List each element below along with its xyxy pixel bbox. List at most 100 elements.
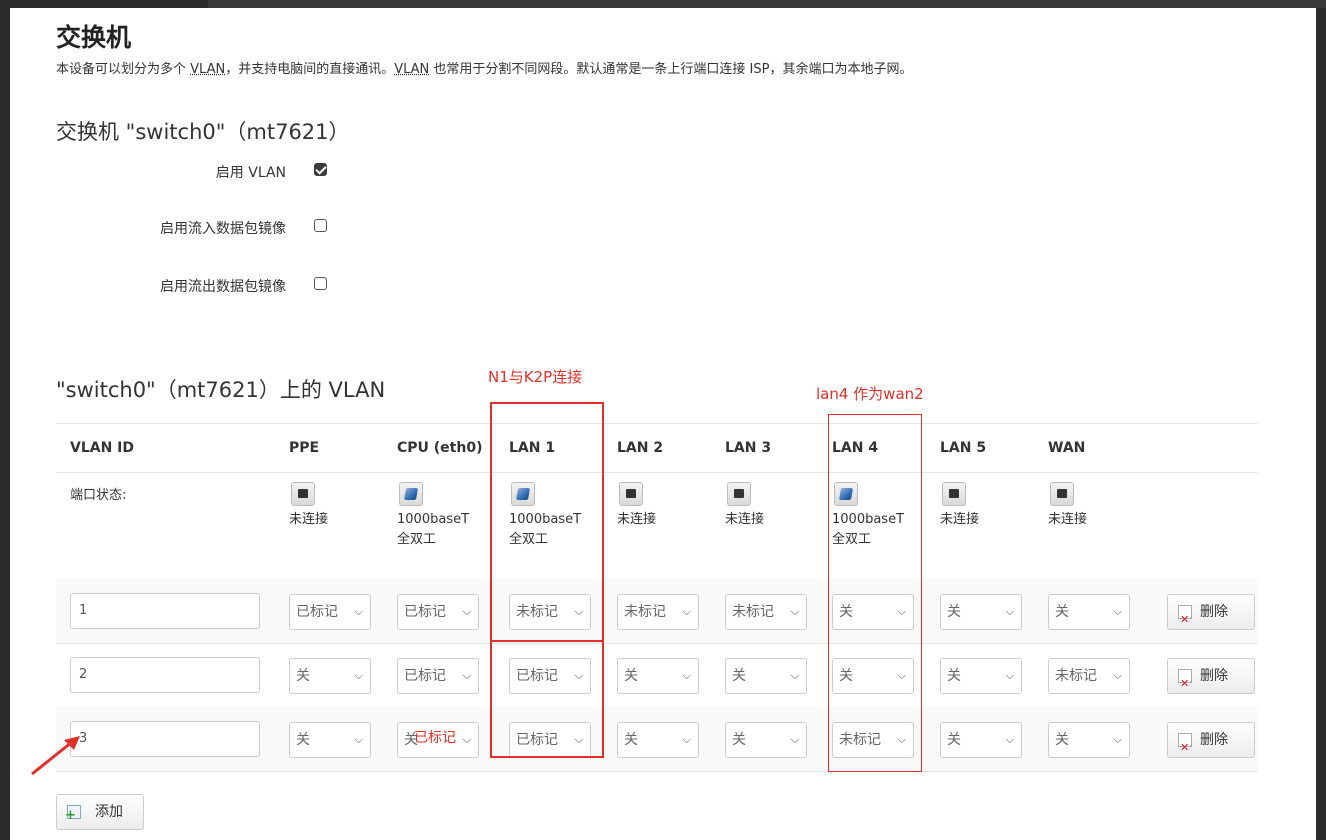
desc-part: 本设备可以划分为多个: [56, 62, 191, 77]
select-value: 未标记: [624, 604, 666, 620]
port-status-text: 1000baseT: [397, 512, 470, 527]
chevron-down-icon: ⌵: [1113, 733, 1122, 746]
desc-part: 也常用于分割不同网段。默认通常是一条上行端口连接 ISP，其余端口为本地子网。: [429, 62, 913, 77]
option-label: 启用流出数据包镜像: [160, 279, 286, 295]
header-wan: WAN: [1048, 440, 1086, 456]
chevron-down-icon: ⌵: [1005, 733, 1014, 746]
port-select-wan[interactable]: 未标记 ⌵: [1048, 658, 1130, 694]
port-status-cpu: 1000baseT 全双工: [397, 482, 487, 550]
port-select-lan3[interactable]: 未标记 ⌵: [725, 594, 807, 630]
port-select-wan[interactable]: 关 ⌵: [1048, 594, 1130, 630]
delete-label: 删除: [1200, 732, 1228, 748]
port-disconnected-icon: [942, 482, 966, 506]
select-value: 关: [1055, 732, 1069, 748]
port-status-lan3: 未连接: [725, 482, 815, 530]
select-value: 关: [732, 732, 746, 748]
option-enable-vlan: 启用 VLAN: [56, 158, 356, 182]
vlan-id-input[interactable]: 2: [70, 657, 260, 693]
switch-config-page: 交换机 本设备可以划分为多个 VLAN，并支持电脑间的直接通讯。VLAN 也常用…: [10, 8, 1316, 840]
port-select-lan3[interactable]: 关 ⌵: [725, 722, 807, 758]
chevron-down-icon: ⌵: [462, 605, 471, 618]
delete-label: 删除: [1200, 604, 1228, 620]
chevron-down-icon: ⌵: [462, 733, 471, 746]
chevron-down-icon: ⌵: [682, 669, 691, 682]
vlan-id-input[interactable]: 3: [70, 721, 260, 757]
port-status-duplex: 全双工: [397, 532, 437, 547]
switch-section-title: 交换机 "switch0"（mt7621）: [56, 120, 350, 144]
vlan-id-input[interactable]: 1: [70, 593, 260, 629]
chevron-down-icon: ⌵: [354, 605, 363, 618]
page-description: 本设备可以划分为多个 VLAN，并支持电脑间的直接通讯。VLAN 也常用于分割不…: [56, 58, 912, 77]
port-status-lan5: 未连接: [940, 482, 1030, 530]
port-select-ppe[interactable]: 关 ⌵: [289, 658, 371, 694]
option-ingress-mirror: 启用流入数据包镜像: [56, 214, 356, 238]
select-value: 已标记: [404, 668, 446, 684]
chevron-down-icon: ⌵: [790, 669, 799, 682]
annotation-arrow-icon: [31, 736, 80, 776]
port-select-lan2[interactable]: 关 ⌵: [617, 658, 699, 694]
enable-vlan-checkbox[interactable]: [314, 163, 327, 176]
annotation-box-lan1-lower: [490, 642, 604, 758]
port-select-lan5[interactable]: 关 ⌵: [940, 658, 1022, 694]
port-disconnected-icon: [291, 482, 315, 506]
select-value: 关: [624, 668, 638, 684]
chevron-down-icon: ⌵: [1113, 669, 1122, 682]
delete-button[interactable]: 删除: [1167, 658, 1255, 701]
annotation-box-lan1-upper: [490, 402, 604, 642]
port-status-ppe: 未连接: [289, 482, 379, 530]
select-value: 关: [732, 668, 746, 684]
port-disconnected-icon: [619, 482, 643, 506]
select-value: 关: [296, 732, 310, 748]
add-button[interactable]: 添加: [56, 794, 144, 833]
port-status-row: 端口状态: 未连接 1000baseT 全双工 1000baseT 全双工 未连接 …: [56, 472, 1258, 580]
port-select-lan5[interactable]: 关 ⌵: [940, 722, 1022, 758]
delete-button[interactable]: 删除: [1167, 594, 1255, 637]
delete-button[interactable]: 删除: [1167, 722, 1255, 765]
chevron-down-icon: ⌵: [1005, 669, 1014, 682]
port-select-ppe[interactable]: 已标记 ⌵: [289, 594, 371, 630]
port-disconnected-icon: [727, 482, 751, 506]
chevron-down-icon: ⌵: [1113, 605, 1122, 618]
vlan-section-title: "switch0"（mt7621）上的 VLAN: [56, 378, 386, 402]
port-status-text: 未连接: [617, 512, 657, 527]
port-status-text: 未连接: [725, 512, 765, 527]
egress-mirror-checkbox[interactable]: [314, 277, 327, 290]
delete-icon: [1178, 731, 1192, 765]
table-header-row: VLAN ID PPE CPU (eth0) LAN 1 LAN 2 LAN 3…: [56, 424, 1258, 473]
header-lan3: LAN 3: [725, 440, 772, 456]
header-lan2: LAN 2: [617, 440, 664, 456]
delete-icon: [1178, 667, 1192, 701]
select-value: 已标记: [404, 604, 446, 620]
port-select-lan5[interactable]: 关 ⌵: [940, 594, 1022, 630]
port-status-wan: 未连接: [1048, 482, 1138, 530]
header-ppe: PPE: [289, 440, 320, 456]
option-label: 启用流入数据包镜像: [160, 221, 286, 237]
port-select-lan3[interactable]: 关 ⌵: [725, 658, 807, 694]
select-value: 关: [947, 668, 961, 684]
port-status-lan2: 未连接: [617, 482, 707, 530]
select-value: 关: [947, 732, 961, 748]
page-title: 交换机: [56, 23, 132, 52]
header-lan5: LAN 5: [940, 440, 987, 456]
vlan-abbr: VLAN: [394, 62, 430, 77]
port-select-ppe[interactable]: 关 ⌵: [289, 722, 371, 758]
table-row: 3 关⌵ 关⌵ 已标记⌵ 关⌵ 关⌵ 未标记⌵ 关⌵ 关⌵ 删除: [56, 707, 1258, 772]
chevron-down-icon: ⌵: [682, 733, 691, 746]
table-row: 1 已标记⌵ 已标记⌵ 未标记⌵ 未标记⌵ 未标记⌵ 关⌵ 关⌵ 关⌵ 删除: [56, 579, 1258, 644]
port-disconnected-icon: [1050, 482, 1074, 506]
port-select-wan[interactable]: 关 ⌵: [1048, 722, 1130, 758]
ingress-mirror-checkbox[interactable]: [314, 219, 327, 232]
annotation-box-lan4: [828, 414, 922, 772]
select-value: 关: [296, 668, 310, 684]
chevron-down-icon: ⌵: [682, 605, 691, 618]
chevron-down-icon: ⌵: [354, 669, 363, 682]
vlan-table: VLAN ID PPE CPU (eth0) LAN 1 LAN 2 LAN 3…: [56, 423, 1258, 772]
vlan-abbr: VLAN: [190, 62, 226, 77]
port-select-cpu[interactable]: 已标记 ⌵: [397, 594, 479, 630]
port-select-lan2[interactable]: 关 ⌵: [617, 722, 699, 758]
chevron-down-icon: ⌵: [462, 669, 471, 682]
delete-label: 删除: [1200, 668, 1228, 684]
port-select-lan2[interactable]: 未标记 ⌵: [617, 594, 699, 630]
top-window-strip: [208, 0, 1326, 8]
port-select-cpu[interactable]: 已标记 ⌵: [397, 658, 479, 694]
